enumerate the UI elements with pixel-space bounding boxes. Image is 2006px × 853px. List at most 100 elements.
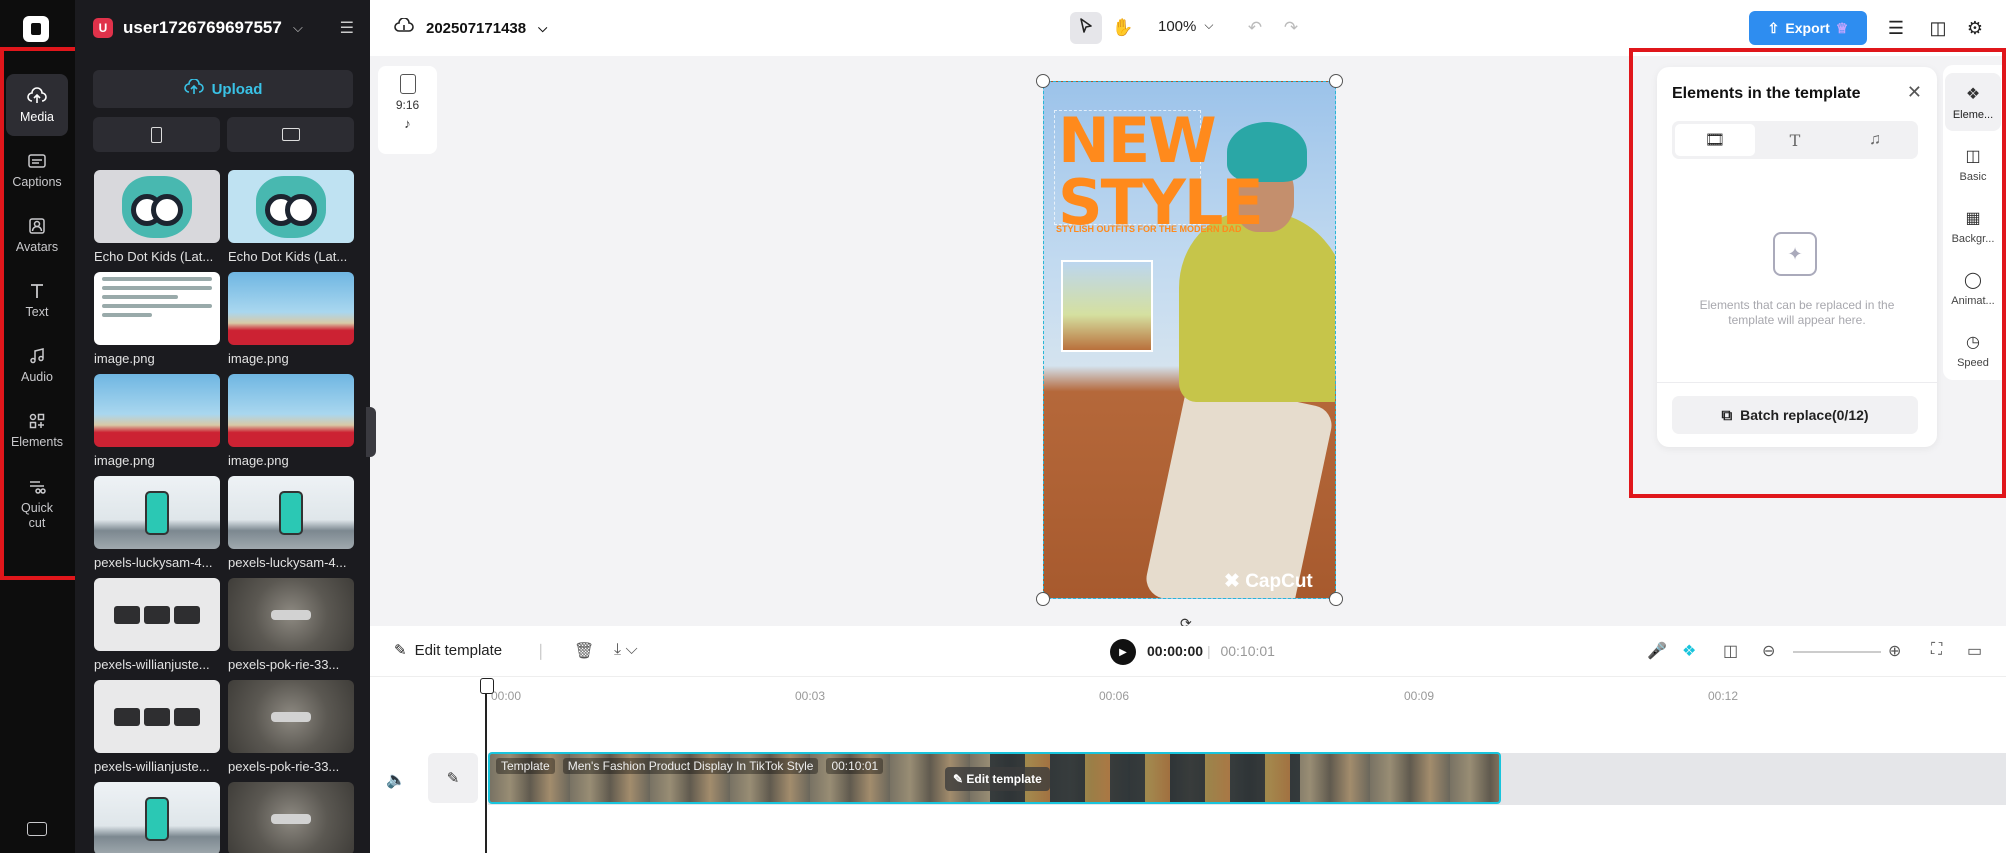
timeline-toolbar: ✎ Edit template ❘ 🗑 ⤓ ⌵ ▶ 00:00:00 | 00:… xyxy=(370,626,2006,676)
preview-figure-legs xyxy=(1142,378,1335,598)
zoom-select[interactable]: 100% ⌵ xyxy=(1158,18,1213,35)
aspect-ratio-card[interactable]: 9:16 ♪ xyxy=(378,66,437,154)
account-switcher[interactable]: U user1726769697557 ⌵ ☰ xyxy=(93,16,354,40)
playhead[interactable] xyxy=(480,678,494,853)
preview-inset-image[interactable] xyxy=(1061,260,1153,352)
play-button[interactable]: ▶ xyxy=(1110,639,1136,665)
chevron-down-icon: ⌵ xyxy=(1204,18,1214,32)
media-thumbnail[interactable] xyxy=(94,170,220,243)
collapse-panel-handle[interactable] xyxy=(366,407,376,457)
media-thumbnail[interactable] xyxy=(228,578,354,651)
resize-handle-bl[interactable] xyxy=(1036,592,1050,606)
redo-button[interactable]: ↷ xyxy=(1275,12,1307,44)
preview-watermark: ✖ CapCut xyxy=(1224,570,1313,593)
media-thumbnail[interactable] xyxy=(94,680,220,753)
side-tab-animat[interactable]: ◯ Animat... xyxy=(1945,259,2001,317)
close-icon[interactable]: ✕ xyxy=(1907,82,1922,103)
fullscreen-icon[interactable]: ⛶ xyxy=(1931,641,1942,659)
media-thumbnail[interactable] xyxy=(228,272,354,345)
timeline-zoom-slider[interactable] xyxy=(1793,651,1881,653)
keyboard-icon[interactable] xyxy=(27,822,47,836)
tab-video[interactable]: 🎞 xyxy=(1675,124,1755,156)
side-tab-eleme[interactable]: ❖ Eleme... xyxy=(1945,73,2001,131)
total-time: 00:10:01 xyxy=(1220,643,1275,659)
media-thumbnail[interactable] xyxy=(94,374,220,447)
split-icon[interactable]: ❘ xyxy=(534,641,547,661)
snap-icon[interactable]: ❖ xyxy=(1682,641,1696,661)
preview-monitor-icon[interactable]: ▭ xyxy=(1967,641,1982,661)
batch-replace-label: Batch replace(0/12) xyxy=(1740,407,1869,423)
media-label: pexels-willianjuste... xyxy=(94,759,210,774)
app-logo-icon[interactable] xyxy=(23,16,49,42)
project-title[interactable]: 202507171438 ⌵ xyxy=(394,17,547,38)
export-button[interactable]: ⇧ Export ♕ xyxy=(1749,11,1867,45)
resize-handle-tr[interactable] xyxy=(1329,74,1343,88)
elements-icon: ❖ xyxy=(1965,85,1981,103)
settings-icon[interactable]: ⚙ xyxy=(1963,16,1987,40)
rail-item-audio[interactable]: Audio xyxy=(6,334,68,396)
resize-handle-br[interactable] xyxy=(1329,592,1343,606)
media-thumbnail[interactable] xyxy=(228,782,354,853)
zoom-level: 100% xyxy=(1158,18,1197,35)
microphone-icon[interactable]: 🎤 xyxy=(1647,641,1667,661)
rail-item-elements[interactable]: Elements xyxy=(6,399,68,461)
side-tab-basic[interactable]: ◫ Basic xyxy=(1945,135,2001,193)
timeline: ✎ Edit template ❘ 🗑 ⤓ ⌵ ▶ 00:00:00 | 00:… xyxy=(370,626,2006,853)
time-ruler[interactable]: 00:00 00:03 00:06 00:09 00:12 xyxy=(370,676,2006,706)
download-icon[interactable]: ⤓ ⌵ xyxy=(614,641,638,659)
mobile-upload-button[interactable] xyxy=(93,117,220,152)
rail-item-captions[interactable]: Captions xyxy=(6,139,68,201)
film-icon: 🎞 xyxy=(1704,132,1726,149)
media-thumbnail[interactable] xyxy=(94,476,220,549)
rail-item-avatars[interactable]: Avatars xyxy=(6,204,68,266)
monitor-icon xyxy=(281,128,300,141)
ruler-tick: 00:06 xyxy=(1099,689,1130,703)
zoom-out-icon[interactable]: ⊖ xyxy=(1762,641,1775,661)
watermark-text: CapCut xyxy=(1245,571,1313,592)
media-thumbnail[interactable] xyxy=(228,170,354,243)
media-thumbnail[interactable] xyxy=(228,476,354,549)
video-preview[interactable]: NEW STYLE STYLISH OUTFITS FOR THE MODERN… xyxy=(1043,81,1336,599)
layout-icon[interactable]: ◫ xyxy=(1926,16,1950,40)
clip-edit-template-button[interactable]: ✎ Edit template xyxy=(945,767,1050,791)
side-tab-label: Backgr... xyxy=(1951,232,1995,245)
music-note-icon: ♫ xyxy=(1869,131,1881,148)
media-thumbnail[interactable] xyxy=(228,680,354,753)
upload-button[interactable]: Upload xyxy=(93,70,353,108)
zoom-in-icon[interactable]: ⊕ xyxy=(1888,641,1901,661)
animation-icon: ◯ xyxy=(1964,271,1982,289)
undo-button[interactable]: ↶ xyxy=(1239,12,1271,44)
resize-handle-tl[interactable] xyxy=(1036,74,1050,88)
rail-item-quick-cut[interactable]: Quick cut xyxy=(6,468,68,540)
batch-replace-button[interactable]: ⧉ Batch replace(0/12) xyxy=(1672,396,1918,434)
rail-item-media[interactable]: Media xyxy=(6,74,68,136)
media-thumbnail[interactable] xyxy=(228,374,354,447)
side-tab-speed[interactable]: ◷ Speed xyxy=(1945,321,2001,379)
clip-name: Men's Fashion Product Display In TikTok … xyxy=(562,758,819,774)
screen-record-button[interactable] xyxy=(227,117,354,152)
volume-icon[interactable]: 🔈 xyxy=(386,770,406,790)
media-label: pexels-willianjuste... xyxy=(94,657,210,672)
split-view-icon[interactable]: ◫ xyxy=(1723,641,1738,661)
clip-tag: Template xyxy=(496,758,555,774)
preview-subline: STYLISH OUTFITS FOR THE MODERN DAD xyxy=(1056,224,1242,234)
media-thumbnail[interactable] xyxy=(94,578,220,651)
edit-template-button[interactable]: ✎ Edit template xyxy=(394,641,502,660)
play-icon: ▶ xyxy=(1119,646,1127,658)
media-thumbnail[interactable] xyxy=(94,272,220,345)
stack-icon[interactable]: ☰ xyxy=(1884,16,1908,40)
text-icon xyxy=(27,281,47,301)
hand-tool[interactable]: ✋ xyxy=(1107,12,1139,44)
track-edit-button[interactable]: ✎ xyxy=(428,753,478,803)
rail-item-text[interactable]: Text xyxy=(6,269,68,331)
media-thumbnail[interactable] xyxy=(94,782,220,853)
delete-icon[interactable]: 🗑 xyxy=(574,641,594,661)
select-tool[interactable] xyxy=(1070,12,1102,44)
template-clip[interactable]: Template Men's Fashion Product Display I… xyxy=(488,752,1501,804)
tab-text[interactable]: T xyxy=(1755,124,1835,156)
side-tab-backgr[interactable]: ▦ Backgr... xyxy=(1945,197,2001,255)
media-label: Echo Dot Kids (Lat... xyxy=(94,249,214,264)
tab-audio[interactable]: ♫ xyxy=(1835,124,1915,156)
panel-menu-icon[interactable]: ☰ xyxy=(340,18,354,38)
media-label: image.png xyxy=(94,453,155,468)
